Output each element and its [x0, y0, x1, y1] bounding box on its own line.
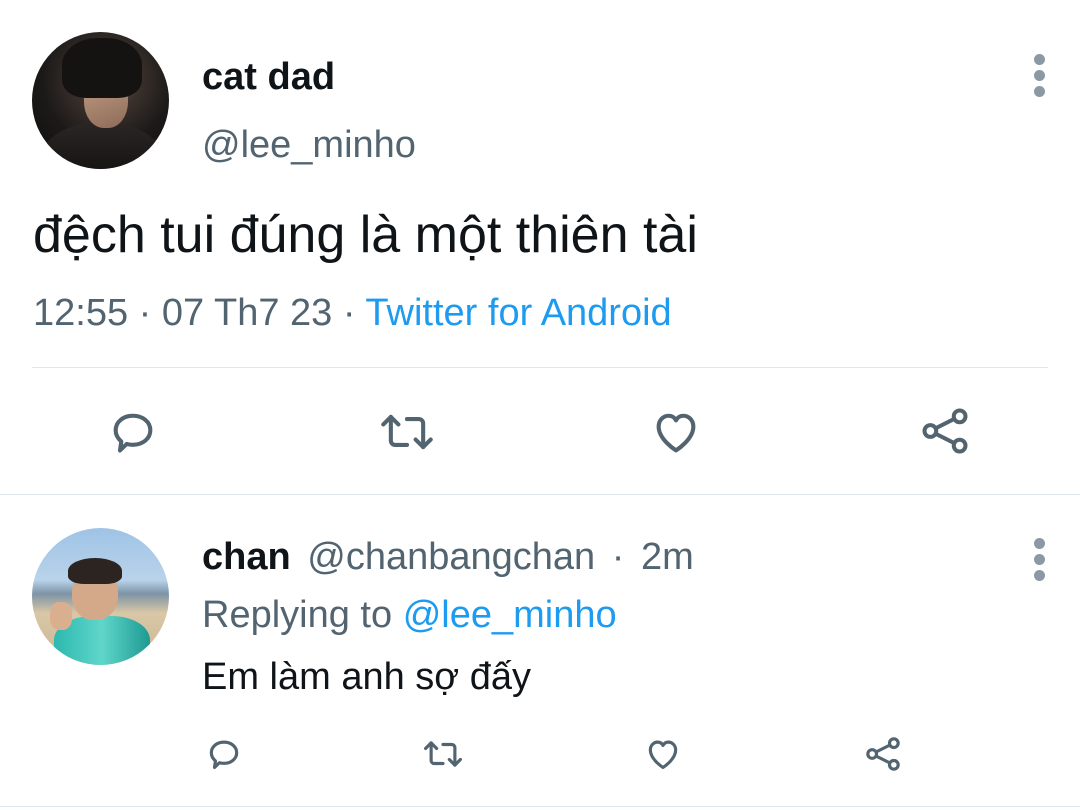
- replying-to-label: Replying to: [202, 594, 393, 636]
- more-options-icon[interactable]: [1034, 538, 1046, 586]
- replying-to: Replying to @lee_minho: [202, 594, 617, 637]
- reply-age: 2m: [640, 536, 694, 578]
- reply-icon[interactable]: [107, 406, 159, 458]
- avatar[interactable]: [32, 32, 169, 169]
- share-icon[interactable]: [918, 404, 972, 458]
- more-options-icon[interactable]: [1034, 54, 1046, 102]
- meta-separator: ·: [138, 292, 152, 334]
- retweet-icon[interactable]: [422, 735, 464, 773]
- replying-to-mention[interactable]: @lee_minho: [403, 594, 617, 636]
- meta-separator: ·: [611, 536, 625, 578]
- tweet-time: 12:55: [33, 292, 129, 334]
- tweet-source-link[interactable]: Twitter for Android: [365, 292, 671, 334]
- reply-display-name[interactable]: chan: [202, 536, 291, 578]
- like-icon[interactable]: [644, 735, 682, 773]
- share-icon[interactable]: [863, 734, 903, 774]
- author-display-name[interactable]: cat dad: [202, 56, 335, 99]
- avatar[interactable]: [32, 528, 169, 665]
- divider: [32, 367, 1048, 368]
- tweet-date: 07 Th7 23: [161, 292, 333, 334]
- retweet-icon[interactable]: [379, 406, 435, 458]
- author-handle[interactable]: @lee_minho: [202, 124, 416, 167]
- reply-text: Em làm anh sợ đấy: [202, 656, 532, 698]
- reply-handle[interactable]: @chanbangchan: [307, 536, 595, 578]
- divider: [0, 806, 1080, 807]
- like-icon[interactable]: [650, 406, 702, 458]
- reply-header: chan @chanbangchan · 2m: [202, 536, 694, 579]
- tweet-text: đệch tui đúng là một thiên tài: [33, 206, 698, 264]
- reply-icon[interactable]: [205, 735, 243, 773]
- tweet-meta: 12:55 · 07 Th7 23 · Twitter for Android: [33, 292, 672, 335]
- divider: [0, 494, 1080, 495]
- meta-separator: ·: [342, 292, 356, 334]
